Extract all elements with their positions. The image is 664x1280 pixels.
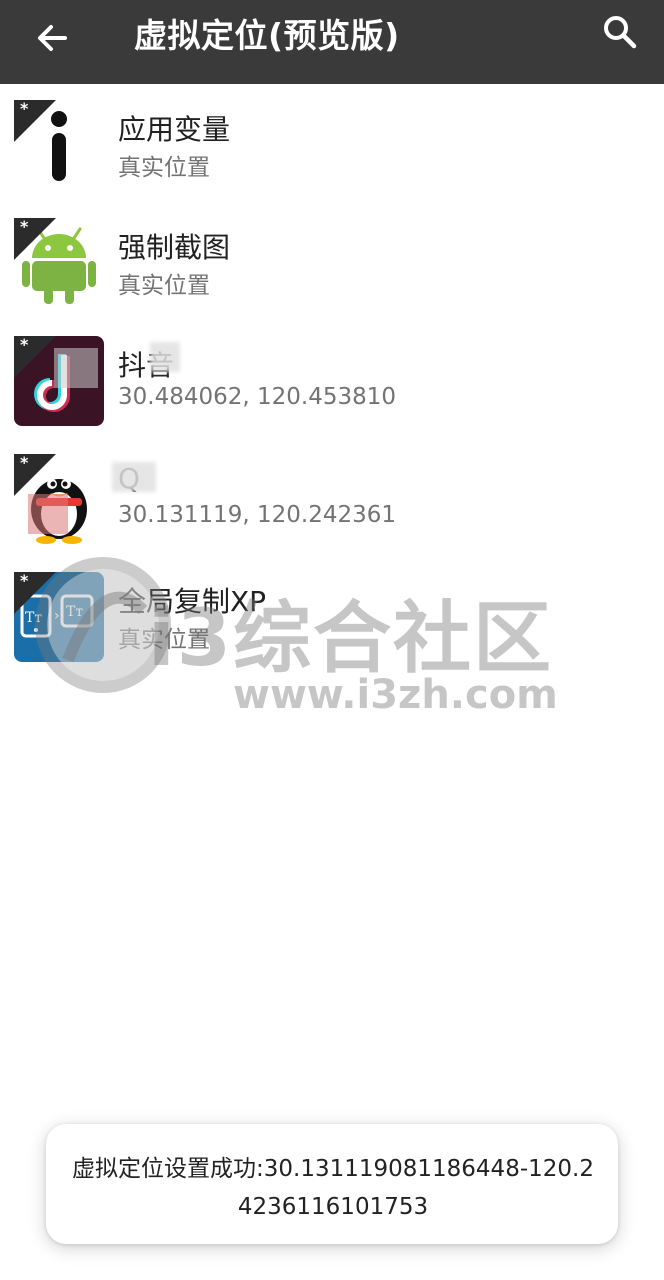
search-icon xyxy=(602,14,638,54)
app-name: 全局复制XP xyxy=(118,585,267,618)
watermark-url: www.i3zh.com xyxy=(233,672,558,718)
list-item[interactable]: * 强制截图 真实位置 xyxy=(0,202,664,320)
app-name: 强制截图 xyxy=(118,231,231,264)
list-item[interactable]: * Q 30.131119, 120.242361 xyxy=(0,438,664,556)
app-name: 应用变量 xyxy=(118,113,231,146)
search-button[interactable] xyxy=(590,4,650,64)
copy-tt-icon: Tт › Tт * xyxy=(14,571,104,662)
svg-text:Tт: Tт xyxy=(66,604,83,620)
app-bar: 虚拟定位(预览版) xyxy=(0,0,664,84)
app-location: 真实位置 xyxy=(118,627,210,653)
list-item[interactable]: * 应用变量 真实位置 xyxy=(0,84,664,202)
back-button[interactable] xyxy=(22,10,82,70)
list-item[interactable]: * 抖音 30.484062, 120.453810 xyxy=(0,320,664,438)
douyin-app-icon: * xyxy=(14,335,104,426)
page-title: 虚拟定位(预览版) xyxy=(134,16,400,55)
list-item[interactable]: Tт › Tт * 全局复制XP 真实位置 xyxy=(0,556,664,674)
app-location: 真实位置 xyxy=(118,155,210,181)
app-location: 30.131119, 120.242361 xyxy=(118,502,397,528)
info-i-icon: * xyxy=(14,99,104,190)
app-location: 30.484062, 120.453810 xyxy=(118,384,397,410)
arrow-back-icon xyxy=(35,21,69,59)
android-robot-icon: * xyxy=(14,217,104,308)
app-location: 真实位置 xyxy=(118,273,210,299)
toast-message: 虚拟定位设置成功:30.131119081186448-120.24236116… xyxy=(46,1124,618,1244)
qq-penguin-icon: * xyxy=(14,453,104,544)
